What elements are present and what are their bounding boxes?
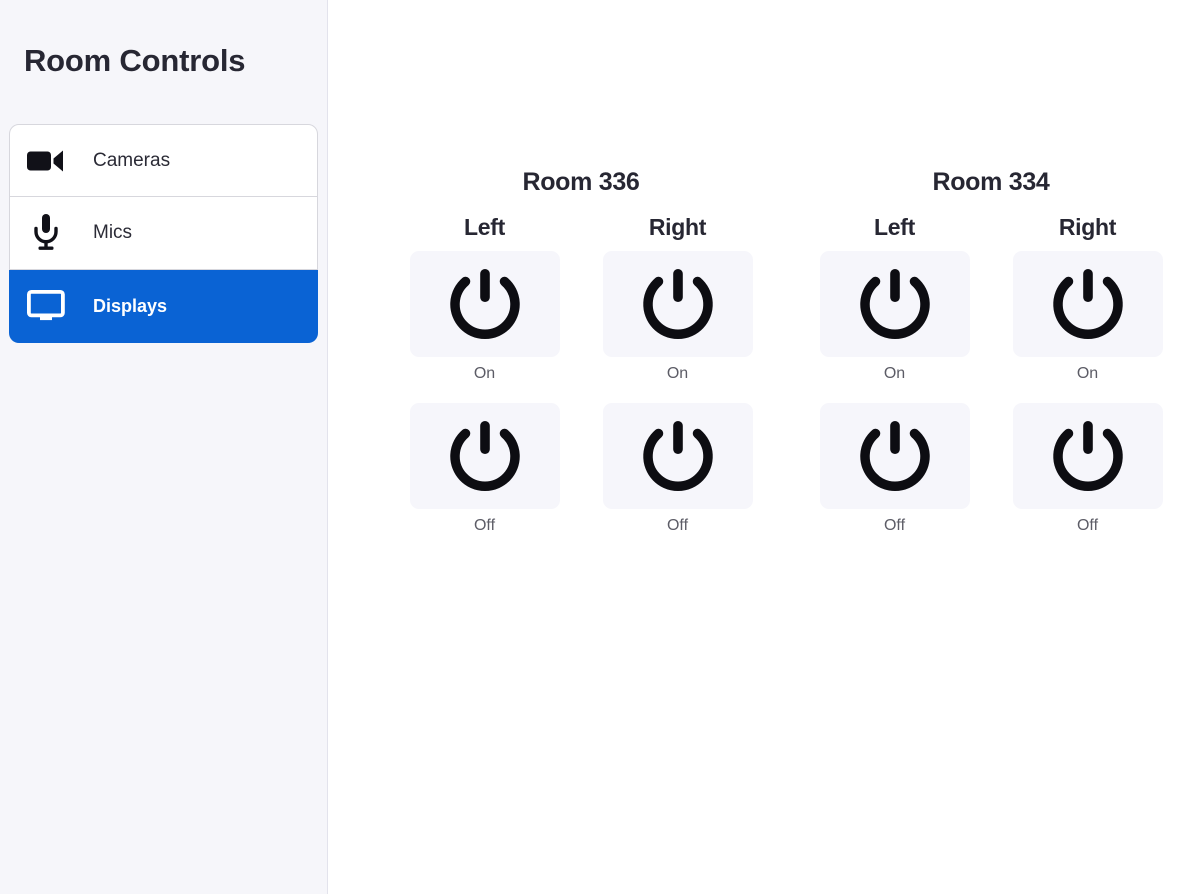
microphone-icon [24,214,68,252]
power-control-cell: Off [819,403,970,535]
sidebar: Room Controls Cameras Mics Displays [0,0,328,894]
side-title: Right [1058,214,1117,240]
power-control-cell: Off [409,403,560,535]
rooms-container: Room 336 Left On Off Right On Off Room 3… [328,0,1188,555]
power-icon [1050,265,1126,343]
power-icon [640,417,716,495]
power-icon [640,265,716,343]
sidebar-item-displays[interactable]: Displays [9,270,318,343]
power-control-cell: On [602,251,753,383]
power-on-button[interactable] [819,251,970,357]
power-control-cell: Off [602,403,753,535]
power-control-cell: Off [1012,403,1163,535]
sidebar-item-cameras[interactable]: Cameras [9,124,318,197]
power-off-button[interactable] [1012,403,1163,509]
side-column-left: Left On Off [819,214,970,555]
sidebar-item-mics[interactable]: Mics [9,197,318,270]
room-panel: Room 334 Left On Off Right On Off [786,168,1188,555]
power-control-cell: On [1012,251,1163,383]
power-state-label: Off [883,517,906,534]
power-icon [857,265,933,343]
power-control-cell: On [409,251,560,383]
room-title: Room 334 [932,168,1050,196]
power-icon [857,417,933,495]
power-icon [447,265,523,343]
power-state-label: On [1076,365,1099,382]
room-panel: Room 336 Left On Off Right On Off [376,168,786,555]
video-camera-icon [24,149,68,173]
side-column-right: Right On Off [602,214,753,555]
power-on-button[interactable] [409,251,560,357]
side-columns: Left On Off Right On Off [786,214,1188,555]
side-title: Left [874,214,915,240]
sidebar-nav-list: Cameras Mics Displays [9,124,318,343]
power-state-label: On [473,365,496,382]
power-off-button[interactable] [602,403,753,509]
sidebar-item-label: Displays [93,295,168,316]
power-state-label: Off [1076,517,1099,534]
sidebar-item-label: Cameras [93,149,171,171]
side-title: Right [648,214,707,240]
power-on-button[interactable] [1012,251,1163,357]
power-control-cell: On [819,251,970,383]
power-off-button[interactable] [819,403,970,509]
power-state-label: On [883,365,906,382]
sidebar-item-label: Mics [93,222,133,243]
side-column-left: Left On Off [409,214,560,555]
side-column-right: Right On Off [1012,214,1163,555]
power-icon [447,417,523,495]
main-content: Room 336 Left On Off Right On Off Room 3… [328,0,1188,894]
side-columns: Left On Off Right On Off [376,214,786,555]
side-title: Left [464,214,505,240]
power-on-button[interactable] [602,251,753,357]
page-title: Room Controls [24,43,246,78]
monitor-icon [24,290,68,322]
power-off-button[interactable] [409,403,560,509]
power-state-label: On [666,365,689,382]
app-root: Room Controls Cameras Mics Displays Room… [0,0,1188,894]
room-title: Room 336 [522,168,640,196]
power-icon [1050,417,1126,495]
power-state-label: Off [666,517,689,534]
power-state-label: Off [473,517,496,534]
